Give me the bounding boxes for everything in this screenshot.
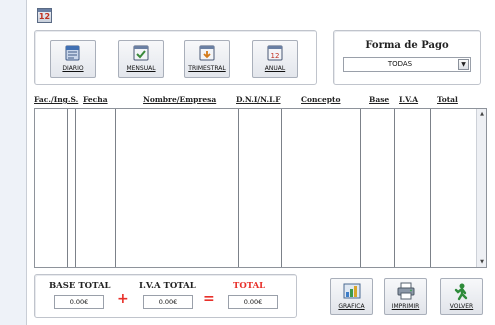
chart-icon bbox=[343, 283, 360, 299]
column-divider bbox=[67, 109, 68, 267]
iva-total-label: I.V.A TOTAL bbox=[139, 281, 196, 291]
base-total-label: BASE TOTAL bbox=[49, 281, 111, 291]
grand-total-field: 0.00€ bbox=[228, 295, 278, 309]
column-header-base[interactable]: Base bbox=[369, 95, 389, 104]
column-divider bbox=[115, 109, 116, 267]
daily-calendar-icon bbox=[65, 45, 80, 61]
print-button-label: IMPRIMIR bbox=[391, 303, 420, 310]
yearly-button-label: ANUAL bbox=[264, 65, 286, 72]
back-icon bbox=[454, 283, 467, 301]
calendar-icon: 12 bbox=[37, 8, 52, 23]
monthly-button[interactable]: MENSUAL bbox=[118, 40, 164, 78]
table-header: Fac./Ing.S. Fecha Nombre/Empresa D.N.I/N… bbox=[27, 95, 495, 109]
column-header-total[interactable]: Total bbox=[437, 95, 458, 104]
iva-total-field: 0.00€ bbox=[143, 295, 193, 309]
quarterly-button-label: TRIMESTRAL bbox=[188, 65, 226, 72]
column-divider bbox=[360, 109, 361, 267]
chart-button-label: GRAFICA bbox=[338, 303, 365, 310]
chart-button[interactable]: GRAFICA bbox=[330, 278, 373, 315]
yearly-calendar-icon: 12 bbox=[267, 45, 283, 61]
equals-sign: = bbox=[203, 291, 215, 307]
payment-method-select[interactable]: TODAS ▼ bbox=[343, 57, 471, 72]
column-header-iva[interactable]: I.V.A bbox=[399, 95, 418, 104]
chevron-down-icon[interactable]: ▼ bbox=[458, 59, 469, 70]
quarterly-button[interactable]: TRIMESTRAL bbox=[184, 40, 230, 78]
plus-sign: + bbox=[117, 291, 129, 307]
column-header-invoice[interactable]: Fac./Ing.S. bbox=[34, 95, 78, 104]
grand-total-label: TOTAL bbox=[233, 281, 266, 291]
printer-icon bbox=[397, 282, 414, 300]
monthly-button-label: MENSUAL bbox=[126, 65, 156, 72]
column-header-date[interactable]: Fecha bbox=[83, 95, 108, 104]
quarterly-calendar-icon bbox=[199, 45, 215, 61]
yearly-button[interactable]: 12 ANUAL bbox=[252, 40, 298, 78]
report-window: 12 DIARIO MENSUAL TRIMESTRAL 12 ANUAL Fo… bbox=[26, 0, 495, 325]
column-divider bbox=[430, 109, 431, 267]
payment-title: Forma de Pago bbox=[365, 40, 449, 51]
daily-button[interactable]: DIARIO bbox=[50, 40, 96, 78]
column-divider bbox=[394, 109, 395, 267]
svg-text:12: 12 bbox=[271, 52, 280, 60]
column-header-concept[interactable]: Concepto bbox=[301, 95, 340, 104]
column-divider bbox=[238, 109, 239, 267]
monthly-calendar-icon bbox=[133, 45, 149, 61]
daily-button-label: DIARIO bbox=[62, 65, 84, 72]
payment-groupbox: Forma de Pago TODAS ▼ bbox=[333, 30, 481, 85]
scroll-down-icon[interactable]: ▼ bbox=[477, 257, 487, 267]
back-button[interactable]: VOLVER bbox=[440, 278, 483, 315]
column-divider bbox=[75, 109, 76, 267]
base-total-field: 0.00€ bbox=[54, 295, 104, 309]
column-header-name[interactable]: Nombre/Empresa bbox=[143, 95, 216, 104]
scroll-up-icon[interactable]: ▲ bbox=[477, 109, 487, 119]
totals-groupbox: BASE TOTAL 0.00€ + I.V.A TOTAL 0.00€ = T… bbox=[34, 274, 297, 318]
records-grid[interactable]: ▲ ▼ bbox=[34, 108, 487, 268]
back-button-label: VOLVER bbox=[449, 303, 474, 310]
print-button[interactable]: IMPRIMIR bbox=[384, 278, 427, 315]
vertical-scrollbar[interactable]: ▲ ▼ bbox=[476, 109, 486, 267]
payment-selected-value: TODAS bbox=[387, 60, 413, 68]
column-header-dni[interactable]: D.N.I/N.I.F bbox=[236, 95, 281, 104]
column-divider bbox=[281, 109, 282, 267]
period-groupbox: DIARIO MENSUAL TRIMESTRAL 12 ANUAL bbox=[34, 30, 317, 85]
